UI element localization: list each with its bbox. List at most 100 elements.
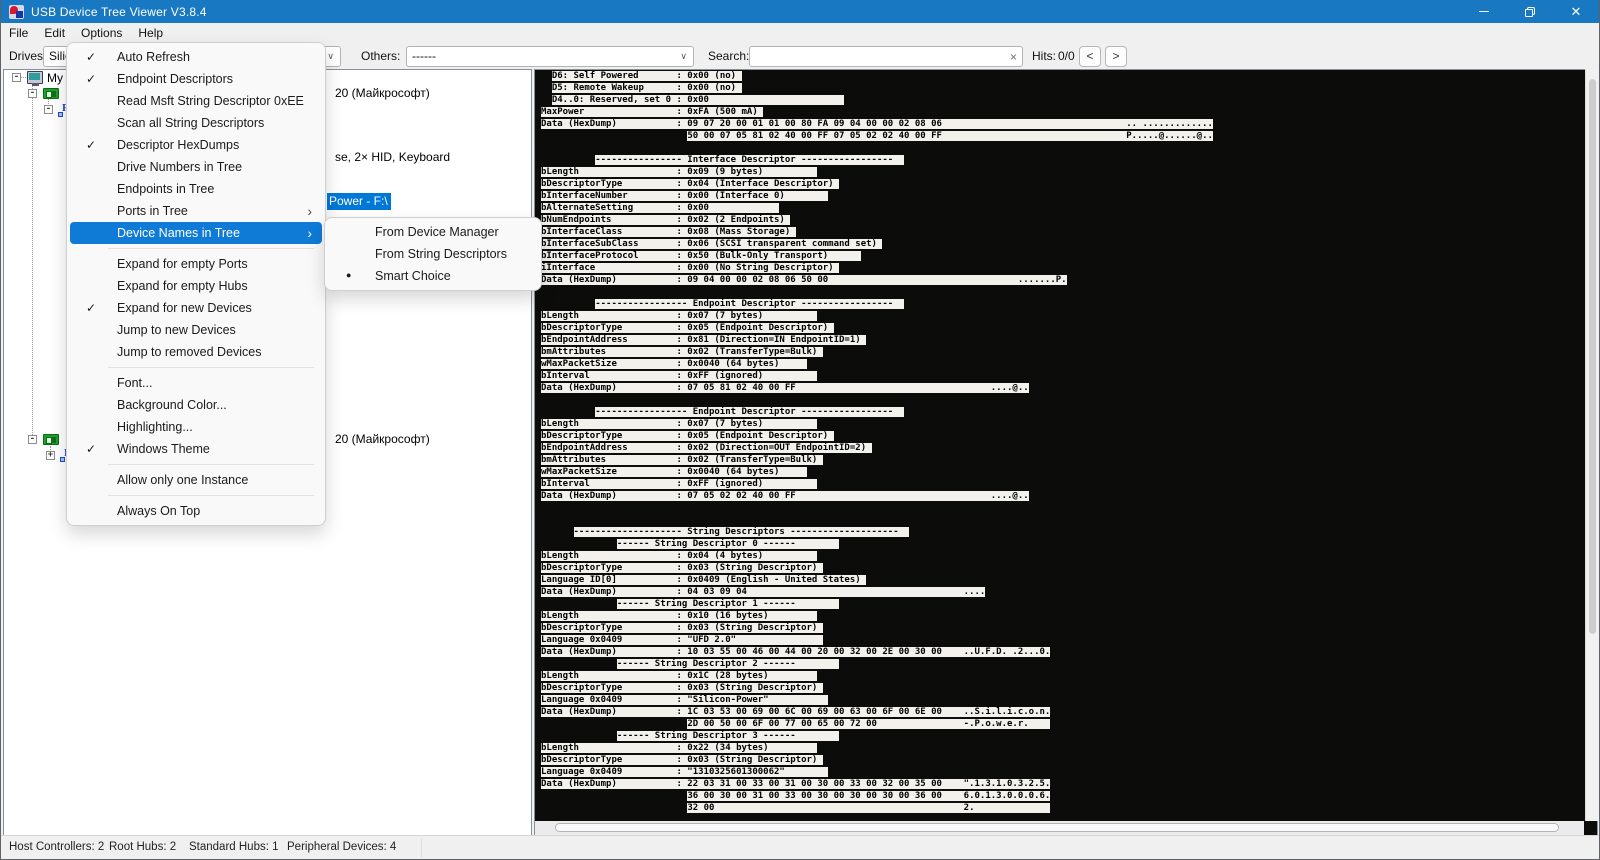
descriptor-line: bDescriptorType : 0x04 (Interface Descri… [541, 179, 840, 189]
status-standard-hubs: Standard Hubs: 1 [189, 841, 279, 853]
restore-button[interactable] [1507, 0, 1553, 23]
close-button[interactable]: ✕ [1553, 0, 1599, 23]
horizontal-scrollbar-thumb[interactable] [555, 823, 1559, 832]
tree-node-label-fragment[interactable]: 20 (Майкрософт) [335, 86, 430, 100]
tree-node-selected[interactable]: Power - F:\ [327, 193, 391, 210]
menu-item-highlighting[interactable]: Highlighting... [70, 416, 322, 438]
descriptor-line: bDescriptorType : 0x05 (Endpoint Descrip… [541, 323, 834, 333]
descriptor-line: bDescriptorType : 0x03 (String Descripto… [541, 755, 823, 765]
menu-item-endpoint-descriptors[interactable]: ✓ Endpoint Descriptors [70, 68, 322, 90]
clear-search-icon[interactable]: × [1010, 48, 1017, 66]
descriptor-line: Data (HexDump) : 09 04 00 00 02 08 06 50… [541, 275, 1067, 285]
menu-help[interactable]: Help [130, 24, 171, 42]
checkmark-icon: ✓ [86, 442, 97, 456]
menu-item-expand-for-empty-hubs[interactable]: Expand for empty Hubs [70, 275, 322, 297]
menu-item-windows-theme[interactable]: ✓ Windows Theme [70, 438, 322, 460]
tree-expand-box[interactable]: + [46, 451, 55, 460]
descriptor-line: Data (HexDump) : 10 03 55 00 46 00 44 00… [541, 647, 1051, 657]
tree-expand-box[interactable]: - [44, 105, 53, 114]
statusbar: Host Controllers: 2 Root Hubs: 2 Standar… [1, 835, 1599, 859]
descriptor-line: bInterval : 0xFF (ignored) [541, 371, 818, 381]
descriptor-line: Data (HexDump) : 07 05 81 02 40 00 FF ..… [541, 383, 1029, 393]
descriptor-line: D4..0: Reserved, set 0 : 0x00 [551, 95, 845, 105]
descriptor-line: Language ID[0] : 0x0409 (English - Unite… [541, 575, 867, 585]
descriptor-line: Language 0x0409 : "Silicon-Power" [541, 695, 829, 705]
menu-item-label: Scan all String Descriptors [117, 116, 265, 130]
menu-item-descriptor-hexdumps[interactable]: ✓ Descriptor HexDumps [70, 134, 322, 156]
menu-item-jump-to-new-devices[interactable]: Jump to new Devices [70, 319, 322, 341]
close-icon: ✕ [1570, 4, 1582, 19]
descriptor-line: Data (HexDump) : 04 03 09 04 .... [541, 587, 986, 597]
menu-file[interactable]: File [1, 24, 36, 42]
menu-edit[interactable]: Edit [36, 24, 73, 42]
others-combobox[interactable]: ------ ∨ [406, 46, 694, 67]
hits-value: 0/0 [1058, 49, 1075, 63]
menu-item-from-string-descriptors[interactable]: From String Descriptors [328, 243, 538, 265]
menu-separator [70, 491, 322, 500]
tree-expand-box[interactable]: - [12, 73, 21, 82]
vertical-scrollbar[interactable] [1585, 69, 1598, 821]
tree-expand-box[interactable]: - [28, 435, 37, 444]
menu-item-scan-all-string-descriptors[interactable]: Scan all String Descriptors [70, 112, 322, 134]
vertical-scrollbar-thumb[interactable] [1589, 79, 1596, 634]
menu-item-device-names-in-tree[interactable]: Device Names in Tree › [70, 222, 322, 244]
menu-item-drive-numbers-in-tree[interactable]: Drive Numbers in Tree [70, 156, 322, 178]
menu-item-endpoints-in-tree[interactable]: Endpoints in Tree [70, 178, 322, 200]
tree-expand-box[interactable]: - [28, 89, 37, 98]
minimize-button[interactable] [1461, 0, 1507, 23]
search-input[interactable]: × [749, 46, 1023, 67]
descriptor-line: Data (HexDump) : 22 03 31 00 33 00 31 00… [541, 779, 1051, 789]
descriptor-line: Language 0x0409 : "UFD 2.0" [541, 635, 823, 645]
menu-item-font[interactable]: Font... [70, 372, 322, 394]
descriptor-line: ------ String Descriptor 0 ------ [616, 539, 840, 549]
checkmark-icon: ✓ [86, 301, 97, 315]
tree-node-label-fragment[interactable]: se, 2× HID, Keyboard [335, 150, 450, 164]
menu-separator [70, 363, 322, 372]
chevron-down-icon: ∨ [327, 51, 334, 61]
menu-item-label: Drive Numbers in Tree [117, 160, 243, 174]
menu-item-from-device-manager[interactable]: From Device Manager [328, 221, 538, 243]
menu-item-label: Font... [117, 376, 153, 390]
horizontal-scrollbar[interactable] [535, 821, 1584, 835]
menu-item-expand-for-new-devices[interactable]: ✓ Expand for new Devices [70, 297, 322, 319]
menu-item-always-on-top[interactable]: Always On Top [70, 500, 322, 522]
descriptor-line: bDescriptorType : 0x03 (String Descripto… [541, 563, 823, 573]
menu-item-read-msft-string-descriptor-0xee[interactable]: Read Msft String Descriptor 0xEE [70, 90, 322, 112]
descriptor-line [541, 395, 1213, 407]
menu-item-jump-to-removed-devices[interactable]: Jump to removed Devices [70, 341, 322, 363]
descriptor-detail-panel[interactable]: D6: Self Powered : 0x00 (no) D5: Remote … [534, 69, 1598, 836]
descriptor-line: bEndpointAddress : 0x81 (Direction=IN En… [541, 335, 867, 345]
descriptor-line: bLength : 0x04 (4 bytes) [541, 551, 818, 561]
next-hit-button[interactable]: > [1105, 46, 1127, 67]
menu-item-auto-refresh[interactable]: ✓ Auto Refresh [70, 46, 322, 68]
tree-connector [32, 82, 33, 439]
hits-label: Hits: [1032, 49, 1056, 63]
options-menu-popup: ✓ Auto Refresh ✓ Endpoint Descriptors Read M… [66, 42, 326, 526]
previous-hit-button[interactable]: < [1079, 46, 1101, 67]
status-peripheral-devices: Peripheral Devices: 4 [287, 841, 397, 853]
descriptor-line: wMaxPacketSize : 0x0040 (64 bytes) [541, 359, 807, 369]
descriptor-line: bEndpointAddress : 0x02 (Direction=OUT E… [541, 443, 872, 453]
descriptor-line: ------ String Descriptor 2 ------ [616, 659, 840, 669]
descriptor-text: D6: Self Powered : 0x00 (no) D5: Remote … [541, 71, 1213, 815]
menu-item-background-color[interactable]: Background Color... [70, 394, 322, 416]
checkmark-icon: ✓ [86, 50, 97, 64]
tree-node-label-fragment[interactable]: 20 (Майкрософт) [335, 432, 430, 446]
descriptor-line: bLength : 0x22 (34 bytes) [541, 743, 818, 753]
menu-separator [70, 244, 322, 253]
descriptor-line: 50 00 07 05 81 02 40 00 FF 07 05 02 02 4… [687, 131, 1213, 141]
descriptor-line: Data (HexDump) : 1C 03 53 00 69 00 6C 00… [541, 707, 1051, 717]
window-title: USB Device Tree Viewer V3.8.4 [31, 4, 207, 19]
others-combobox-value: ------ [412, 49, 436, 63]
menubar: File Edit Options Help [1, 23, 1599, 42]
menu-item-allow-only-one-instance[interactable]: Allow only one Instance [70, 469, 322, 491]
menu-item-expand-for-empty-ports[interactable]: Expand for empty Ports [70, 253, 322, 275]
descriptor-line: -------------------- String Descriptors … [573, 527, 910, 537]
descriptor-line: bInterfaceNumber : 0x00 (Interface 0) [541, 191, 829, 201]
submenu-arrow-icon: › [307, 203, 312, 219]
checkmark-icon: ✓ [86, 138, 97, 152]
menu-item-label: Highlighting... [117, 420, 193, 434]
menu-item-smart-choice[interactable]: ● Smart Choice [328, 265, 538, 287]
menu-item-ports-in-tree[interactable]: Ports in Tree › [70, 200, 322, 222]
menu-options[interactable]: Options [73, 24, 130, 42]
